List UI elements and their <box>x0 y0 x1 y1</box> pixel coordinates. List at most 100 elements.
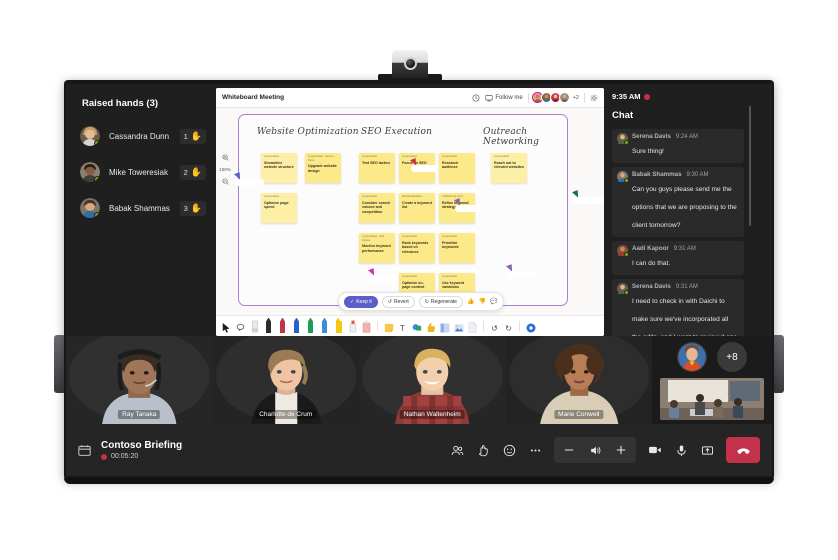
raised-hand-row[interactable]: Babak Shammas 3 ✋ <box>76 193 206 223</box>
redo-icon[interactable]: ↻ <box>503 320 514 333</box>
whiteboard-toolbar[interactable]: T ↺ ↻ <box>216 315 604 336</box>
pen-tool-icon[interactable] <box>277 320 288 333</box>
volume-control-group[interactable] <box>554 437 636 463</box>
divider <box>584 92 585 103</box>
hangup-button[interactable] <box>726 437 760 463</box>
shapes-tool-icon[interactable] <box>411 320 422 333</box>
comment-icon[interactable]: 💬 <box>490 298 497 305</box>
sticky-note[interactable]: AI generated Test SEO tactics <box>359 153 395 183</box>
sticky-note[interactable]: AI generated Optimize page speed <box>261 193 297 223</box>
thumbs-down-icon[interactable]: 👎 <box>479 298 486 305</box>
raise-order-badge: 3 ✋ <box>179 200 206 216</box>
sticky-text: Optimize page speed <box>264 200 289 210</box>
chat-message: Aadi Kapoor 9:31 AM I can do that. <box>612 241 744 275</box>
sticky-note[interactable]: AI generated Prioritize keywords <box>439 233 475 263</box>
participant-name: Cassandra Dunn <box>109 131 170 141</box>
raise-hand-button[interactable] <box>470 437 496 463</box>
document-tool-icon[interactable] <box>467 320 478 333</box>
zoom-controls[interactable]: 100% <box>218 154 232 185</box>
message-time: 9:24 AM <box>675 134 698 140</box>
highlighter-tool-icon[interactable] <box>333 320 344 333</box>
participant-name-label: Charlotte de Crum <box>255 410 317 419</box>
ai-action-bar[interactable]: ✓ Keep it ↺ Revert ↻ Regenerate 👍 👎 💬 <box>338 292 504 311</box>
video-tile[interactable]: Nathan Waltenheim <box>359 336 506 424</box>
sticky-text: Reach out to relevant websites <box>494 160 524 170</box>
more-options-button[interactable] <box>522 437 548 463</box>
volume-down-button[interactable] <box>556 437 582 463</box>
history-clock-icon[interactable] <box>472 94 480 102</box>
video-tile[interactable]: Charlotte de Crum <box>212 336 359 424</box>
raised-hand-icon: ✋ <box>190 202 202 213</box>
collaborator-cursor: Wanda Howard <box>505 264 538 278</box>
raised-hand-row[interactable]: Mike Toweresiak 2 ✋ <box>76 157 206 187</box>
avatar <box>80 126 100 146</box>
pen-tool-icon[interactable] <box>291 320 302 333</box>
settings-tool-icon[interactable] <box>525 320 536 333</box>
video-tile[interactable]: Marie Conwell <box>505 336 652 424</box>
chat-scrollbar[interactable] <box>749 106 751 226</box>
chat-panel: 9:35 AM Chat Serena Davis 9:24 AM Sure t… <box>604 84 752 336</box>
participant-name: Mike Toweresiak <box>109 167 168 177</box>
sticky-author: AI generated <box>264 155 279 158</box>
follow-me-button[interactable]: Follow me <box>485 94 523 102</box>
sticky-note[interactable]: Daniela Mandera Create a keyword list <box>399 193 435 223</box>
select-tool-icon[interactable] <box>221 320 232 333</box>
raised-hand-row[interactable]: Cassandra Dunn 1 ✋ <box>76 121 206 151</box>
sticky-note[interactable]: AI generated Research audience <box>439 153 475 183</box>
zoom-out-icon[interactable] <box>222 178 229 185</box>
share-screen-button[interactable] <box>694 437 720 463</box>
undo-icon[interactable]: ↺ <box>489 320 500 333</box>
reaction-tool-icon[interactable] <box>425 320 436 333</box>
gear-icon[interactable] <box>590 94 598 102</box>
collaborator-cursor: Colin Ballinger <box>233 172 265 186</box>
overflow-participant-count[interactable]: +8 <box>717 342 747 372</box>
follow-me-label: Follow me <box>495 94 523 101</box>
keep-it-button[interactable]: ✓ Keep it <box>344 295 378 308</box>
reactions-button[interactable] <box>496 437 522 463</box>
divider <box>377 321 378 331</box>
video-tile[interactable]: Ray Tanaka <box>66 336 213 424</box>
zoom-in-icon[interactable] <box>222 154 229 161</box>
microphone-button[interactable] <box>668 437 694 463</box>
sticky-author: AI generated <box>264 195 279 198</box>
eraser-tool-icon[interactable] <box>249 320 260 333</box>
text-tool-icon[interactable]: T <box>397 320 408 333</box>
teams-room-screen: Raised hands (3) Cassandra Dunn 1 ✋ Mike… <box>66 84 772 476</box>
avatar[interactable] <box>677 342 707 372</box>
whiteboard-canvas[interactable]: 100% Website Optimization AI generated S… <box>216 108 604 315</box>
sticky-note[interactable]: AI generated Reach out to relevant websi… <box>491 153 527 183</box>
pen-tool-icon[interactable] <box>319 320 330 333</box>
sticky-note[interactable]: AI generated Streamline website structur… <box>261 153 297 183</box>
sticky-note[interactable]: AI generated Rank keywords based on rele… <box>399 233 435 263</box>
template-tool-icon[interactable] <box>439 320 450 333</box>
thumbs-up-icon[interactable]: 👍 <box>467 298 474 305</box>
sticky-author: AI generated · Aadi Kapoor <box>362 235 385 242</box>
collaborator-cursor: Serena Davis <box>453 198 483 212</box>
regenerate-button[interactable]: ↻ Regenerate <box>418 295 464 308</box>
pen-tool-icon[interactable] <box>305 320 316 333</box>
whiteboard-participants[interactable]: +2 <box>531 92 579 103</box>
image-tool-icon[interactable] <box>453 320 464 333</box>
ink-eraser-tool-icon[interactable] <box>347 320 358 333</box>
sticky-note[interactable]: AI generated · Serena Davis Upgrade webs… <box>305 153 341 183</box>
pen-tool-icon[interactable] <box>263 320 274 333</box>
chat-message: Serena Davis 9:24 AM Sure thing! <box>612 129 744 163</box>
marker-tool-icon[interactable] <box>361 320 372 333</box>
sticky-note[interactable]: AI generated · Aadi Kapoor Monitor keywo… <box>359 233 395 263</box>
sticky-note-tool-icon[interactable] <box>383 320 394 333</box>
room-video-tile[interactable] <box>660 378 764 420</box>
camera-button[interactable] <box>642 437 668 463</box>
lasso-tool-icon[interactable] <box>235 320 246 333</box>
presence-indicator <box>94 212 100 218</box>
presence-indicator <box>94 176 100 182</box>
revert-icon: ↺ <box>387 298 392 305</box>
avatar[interactable] <box>558 92 570 103</box>
raise-order-number: 3 <box>183 203 188 213</box>
people-button[interactable] <box>444 437 470 463</box>
revert-button[interactable]: ↺ Revert <box>381 295 415 308</box>
sticky-note[interactable]: AI generated Consider search volume and … <box>359 193 395 223</box>
speaker-icon[interactable] <box>582 437 608 463</box>
meeting-title: Contoso Briefing <box>101 440 183 451</box>
regenerate-label: Regenerate <box>430 298 458 305</box>
volume-up-button[interactable] <box>608 437 634 463</box>
